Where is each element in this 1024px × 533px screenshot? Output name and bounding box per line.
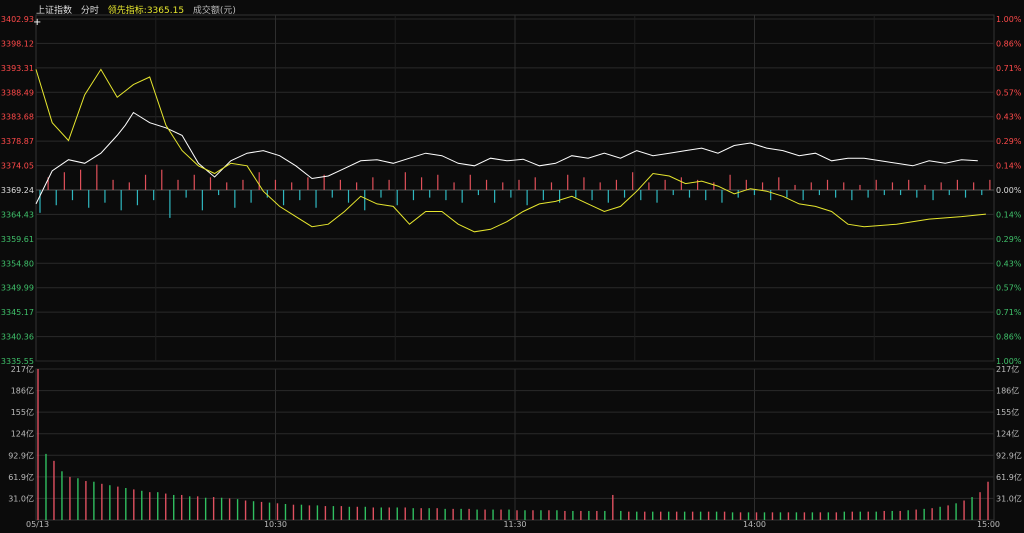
price-tick-label: 3354.80 [1,259,34,268]
volume-tick-label: 61.9亿 [8,472,34,482]
price-tick-label: 3383.68 [1,113,34,122]
volume-tick-label-right: 186亿 [996,386,1019,396]
time-tick-label: 05/13 [26,520,49,529]
crosshair-icon: + [33,17,41,28]
price-tick-label: 3388.49 [1,88,34,97]
volume-tick-label-right: 217亿 [996,364,1019,374]
price-tick-label: 3349.99 [1,284,34,293]
volume-tick-label: 155亿 [11,407,34,417]
volume-tick-label: 31.0亿 [8,493,34,503]
price-tick-label: 3364.43 [1,210,34,219]
price-tick-label: 3359.61 [1,235,34,244]
percent-tick-label: 0.57% [996,284,1022,293]
percent-tick-label: 0.86% [996,39,1022,48]
percent-tick-label: 0.43% [996,259,1022,268]
volume-tick-label: 217亿 [11,364,34,374]
volume-tick-label-right: 31.0亿 [996,493,1022,503]
volume-tick-label-right: 155亿 [996,407,1019,417]
price-tick-label: 3378.87 [1,137,34,146]
percent-tick-label: 0.14% [996,210,1022,219]
price-tick-label: 3369.24 [1,186,34,195]
percent-tick-label: 0.29% [996,235,1022,244]
volume-tick-label-right: 61.9亿 [996,472,1022,482]
percent-tick-label: 0.86% [996,333,1022,342]
price-tick-label: 3374.05 [1,162,34,171]
time-tick-label: 11:30 [503,520,526,529]
percent-tick-label: 0.14% [996,162,1022,171]
price-tick-label: 3345.17 [1,308,34,317]
percent-tick-label: 0.29% [996,137,1022,146]
time-tick-label: 14:00 [743,520,766,529]
leading-indicator-line [35,68,986,233]
volume-tick-label-right: 124亿 [996,429,1019,439]
volume-tick-label: 92.9亿 [8,450,34,460]
price-tick-label: 3398.12 [1,39,34,48]
time-tick-label: 15:00 [977,520,1000,529]
price-tick-label: 3340.36 [1,333,34,342]
price-tick-label: 3402.93 [1,15,34,24]
intraday-chart[interactable]: 3402.93 1.00% 3398.12 0.86% 3393.31 0.71% 3388… [0,0,1024,533]
percent-tick-label: 0.00% [996,186,1022,195]
volume-tick-label-right: 92.9亿 [996,450,1022,460]
percent-tick-label: 0.57% [996,88,1022,97]
percent-tick-label: 1.00% [996,15,1022,24]
percent-tick-label: 0.71% [996,308,1022,317]
price-tick-label: 3393.31 [1,64,34,73]
volume-tick-label: 124亿 [11,429,34,439]
percent-tick-label: 0.43% [996,113,1022,122]
volume-tick-label: 186亿 [11,386,34,396]
percent-tick-label: 0.71% [996,64,1022,73]
time-tick-label: 10:30 [264,520,287,529]
